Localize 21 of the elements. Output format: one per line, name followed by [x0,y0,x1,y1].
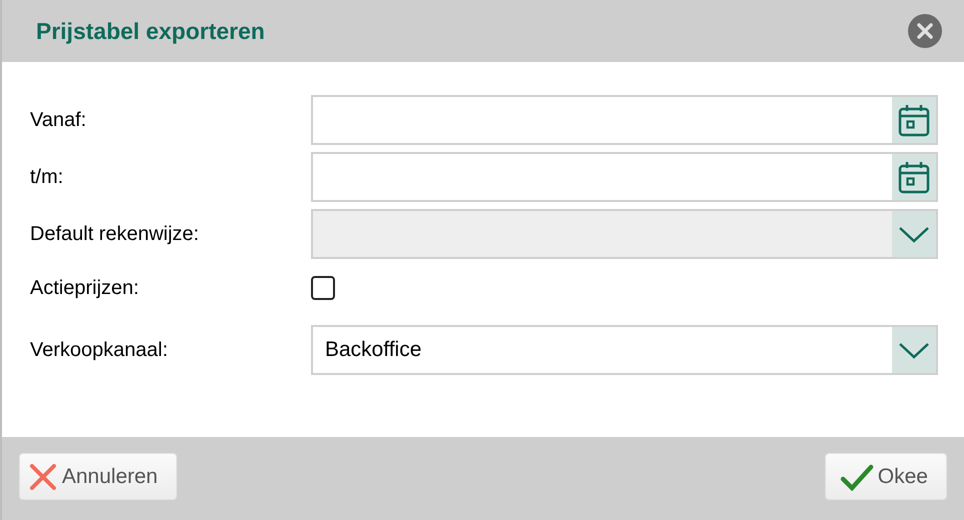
field-value: Backoffice [325,337,422,364]
dropdown-field[interactable]: Backoffice [311,325,938,375]
close-icon [916,22,934,40]
calendar-icon [898,103,930,137]
close-button[interactable] [908,14,942,48]
cancel-button[interactable]: Annuleren [19,453,177,500]
close-icon [28,462,58,492]
field-label: Vanaf: [29,108,88,133]
field-label: Verkoopkanaal: [29,338,169,363]
ok-button[interactable]: Okee [824,453,947,500]
checkbox[interactable] [311,276,335,300]
chevron-down-icon [898,341,930,359]
field-label: Actieprijzen: [29,276,140,301]
date-field[interactable] [311,152,938,202]
chevron-down-icon [898,225,930,243]
checkmark-icon [840,462,874,490]
field-label: t/m: [29,165,64,190]
calendar-icon [898,160,930,194]
field-label: Default rekenwijze: [29,222,200,247]
dialog-title: Prijstabel exporteren [36,16,265,46]
date-field[interactable] [311,95,938,145]
